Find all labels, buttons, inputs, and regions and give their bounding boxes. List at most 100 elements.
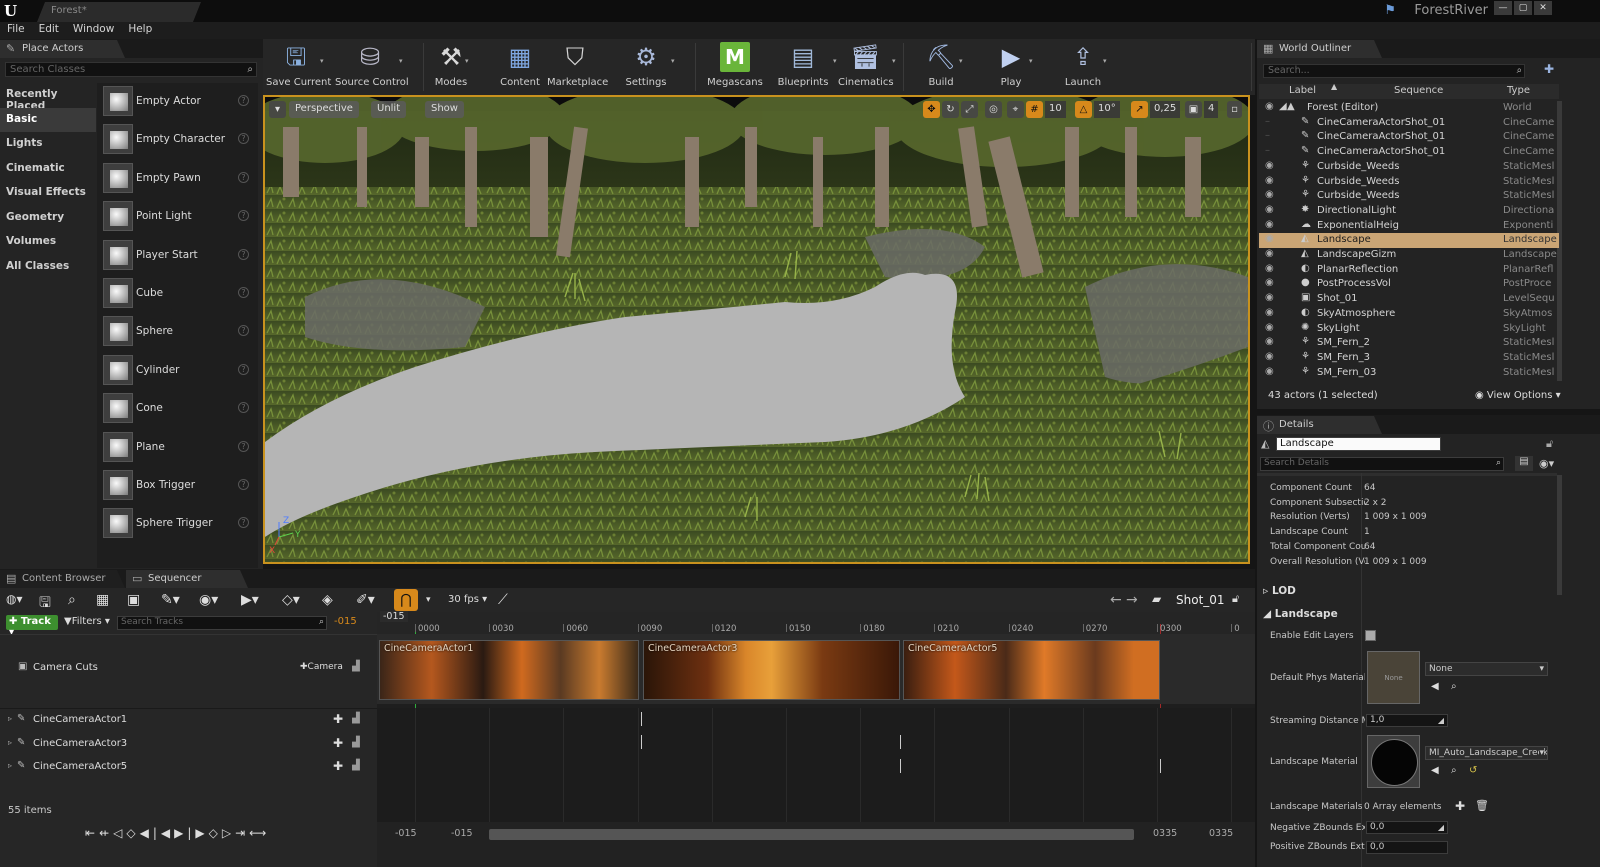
landscape-material-dropdown[interactable]: MI_Auto_Landscape_Creek ▾ <box>1425 746 1548 760</box>
expand-arrow-icon[interactable]: ▹ <box>8 761 12 770</box>
toolbar-modes-button[interactable]: ⚒ Modes <box>431 42 471 92</box>
range-scrollbar[interactable] <box>489 829 1134 840</box>
landscape-material-thumbnail[interactable] <box>1367 735 1420 788</box>
playhead-label[interactable]: -015 <box>380 611 408 622</box>
camera-cut-section[interactable]: CineCameraActor5 <box>903 640 1160 700</box>
add-icon[interactable]: ✚ <box>333 712 343 726</box>
outliner-row[interactable]: ◉ ● PostProcessVol PostProce <box>1259 277 1559 292</box>
toolbar-cinematics-button[interactable]: 🎬︎ Cinematics <box>838 42 894 92</box>
outliner-row[interactable]: ◉ ▣ Shot_01 LevelSequ <box>1259 292 1559 307</box>
visibility-eye-icon[interactable]: ◉ <box>1265 175 1274 186</box>
document-tab[interactable]: Forest* <box>37 2 201 22</box>
play-icon[interactable]: ▶ <box>174 826 187 840</box>
actor-item-point-light[interactable]: Point Light? <box>97 198 258 236</box>
visibility-eye-icon[interactable]: ◉ <box>1265 233 1274 244</box>
maximize-viewport-icon[interactable]: ▫ <box>1227 101 1242 118</box>
find-asset-icon[interactable]: ⌕ <box>68 592 76 608</box>
outliner-row[interactable]: ◉ ◢ ▲ Forest (Editor) World <box>1259 101 1559 116</box>
outliner-row[interactable]: ◉ ⚘ Curbside_Weeds StaticMesl <box>1259 175 1559 190</box>
close-button[interactable]: ✕ <box>1534 1 1552 15</box>
keyframe-options-icon[interactable]: ◇▾ <box>282 592 300 608</box>
surface-snap-icon[interactable]: ⌖ <box>1007 101 1024 118</box>
tab-content-browser[interactable]: ▤ Content Browser <box>0 570 125 588</box>
snap-toggle-icon[interactable]: ⋂ <box>394 589 418 611</box>
outliner-row[interactable]: ◉ ◭ Landscape Landscape <box>1259 233 1559 249</box>
visibility-eye-icon[interactable]: ◉ <box>1265 204 1274 215</box>
playback-range-start[interactable]: -015 <box>451 828 473 839</box>
dropdown-chevron-icon[interactable]: ▾ <box>833 57 837 65</box>
loop-icon[interactable]: ⟷ <box>249 826 270 840</box>
curve-editor-icon[interactable]: ⟋ <box>498 592 508 608</box>
outliner-row[interactable]: ◉ ⚘ SM_Fern_3 StaticMesl <box>1259 351 1559 366</box>
visibility-eye-icon[interactable]: – <box>1265 130 1270 141</box>
actor-item-sphere-trigger[interactable]: Sphere Trigger? <box>97 505 258 543</box>
grid-snap-value[interactable]: 10 <box>1045 101 1066 118</box>
actor-name-input[interactable]: Landscape <box>1276 437 1441 451</box>
menu-edit[interactable]: Edit <box>32 22 66 36</box>
step-back-key-icon[interactable]: ⇷ <box>99 826 113 840</box>
positive-zbounds-input[interactable]: 0,0 <box>1366 841 1448 854</box>
dropdown-chevron-icon[interactable]: ▾ <box>1029 57 1033 65</box>
reset-to-default-icon[interactable]: ↺ <box>1469 765 1477 776</box>
help-icon[interactable]: ? <box>238 363 249 375</box>
scale-snap-value[interactable]: 0,25 <box>1150 101 1181 118</box>
property-matrix-icon[interactable]: ▤ <box>1515 456 1533 471</box>
view-range-start[interactable]: -015 <box>395 828 417 839</box>
sequencer-timeline[interactable]: -015 -015 -015 0335 0335 0000 0030 0060 009… <box>377 611 1255 867</box>
actor-item-plane[interactable]: Plane? <box>97 429 258 467</box>
minimize-button[interactable]: — <box>1494 1 1512 15</box>
camera-lock-icon[interactable]: ▟ <box>352 713 360 724</box>
toolbar-build-button[interactable]: ⛏ Build <box>923 42 959 92</box>
help-icon[interactable]: ? <box>238 517 249 529</box>
visibility-eye-icon[interactable]: – <box>1265 145 1270 156</box>
expand-arrow-icon[interactable]: ▹ <box>8 714 12 723</box>
dropdown-chevron-icon[interactable]: ▾ <box>1103 57 1107 65</box>
category-all-classes[interactable]: All Classes <box>0 255 96 279</box>
help-icon[interactable]: ? <box>238 402 249 414</box>
world-settings-icon[interactable]: ◍▾ <box>6 592 23 606</box>
outliner-row[interactable]: ◉ ☁ ExponentialHeig Exponenti <box>1259 219 1559 234</box>
visibility-eye-icon[interactable]: ◉▾ <box>1539 457 1554 470</box>
view-range-end[interactable]: 0335 <box>1209 828 1233 839</box>
menu-file[interactable]: File <box>0 22 32 36</box>
camera-lock-icon[interactable]: ▟ <box>352 760 360 771</box>
grid-snap-icon[interactable]: # <box>1026 101 1043 118</box>
next-key-icon[interactable]: ◇▷ <box>209 826 235 840</box>
actor-item-empty-character[interactable]: Empty Character? <box>97 121 258 159</box>
help-icon[interactable]: ? <box>238 440 249 452</box>
outliner-row[interactable]: ◉ ⚘ Curbside_Weeds StaticMesl <box>1259 160 1559 175</box>
toolbar-save-current-button[interactable]: 🖫︎ Save Current <box>266 42 331 92</box>
category-basic[interactable]: Basic <box>0 107 96 132</box>
camera-lock-icon[interactable]: ▟ <box>352 737 360 748</box>
outliner-row[interactable]: ◉ ⚘ SM_Fern_2 StaticMesl <box>1259 336 1559 351</box>
maximize-button[interactable]: ▢ <box>1514 1 1532 15</box>
tab-world-outliner[interactable]: ▦ World Outliner <box>1257 40 1382 58</box>
jump-end-icon[interactable]: ⇥ <box>235 826 249 840</box>
perspective-button[interactable]: Perspective <box>289 101 359 118</box>
expand-arrow-icon[interactable]: ▹ <box>8 738 12 747</box>
outliner-row[interactable]: ◉ ⚘ SM_Fern_03 StaticMesl <box>1259 366 1559 381</box>
toolbar-play-button[interactable]: ▶ Play <box>993 42 1029 92</box>
camera-cut-section[interactable]: CineCameraActor1 <box>379 640 639 700</box>
visibility-eye-icon[interactable]: ◉ <box>1265 248 1274 259</box>
camera-speed-value[interactable]: 4 <box>1204 101 1219 118</box>
help-icon[interactable]: ? <box>238 287 249 298</box>
visibility-eye-icon[interactable]: ◉ <box>1265 322 1274 333</box>
outliner-add-icon[interactable]: ✚ <box>1544 62 1554 76</box>
tab-place-actors[interactable]: ✎ Place Actors <box>0 40 125 58</box>
rotation-snap-value[interactable]: 10° <box>1094 101 1120 118</box>
current-frame[interactable]: -015 <box>334 616 357 627</box>
add-icon[interactable]: ✚ <box>333 759 343 773</box>
help-icon[interactable]: ? <box>238 325 249 337</box>
outliner-row[interactable]: ◉ ⚘ Curbside_Weeds StaticMesl <box>1259 189 1559 204</box>
add-element-icon[interactable]: ✚ <box>1455 799 1465 813</box>
rotate-icon[interactable]: ↻ <box>942 101 959 118</box>
help-icon[interactable]: ? <box>238 133 249 145</box>
visibility-eye-icon[interactable]: ◉ <box>1265 277 1274 288</box>
key-interp-icon[interactable]: ◈ <box>322 592 333 608</box>
toolbar-settings-button[interactable]: ⚙ Settings <box>621 42 671 92</box>
playback-options-icon[interactable]: ▶▾ <box>241 592 259 608</box>
fps-dropdown[interactable]: 30 fps ▾ <box>448 594 487 605</box>
key-marker[interactable] <box>900 759 901 773</box>
category-cinematic[interactable]: Cinematic <box>0 157 96 181</box>
